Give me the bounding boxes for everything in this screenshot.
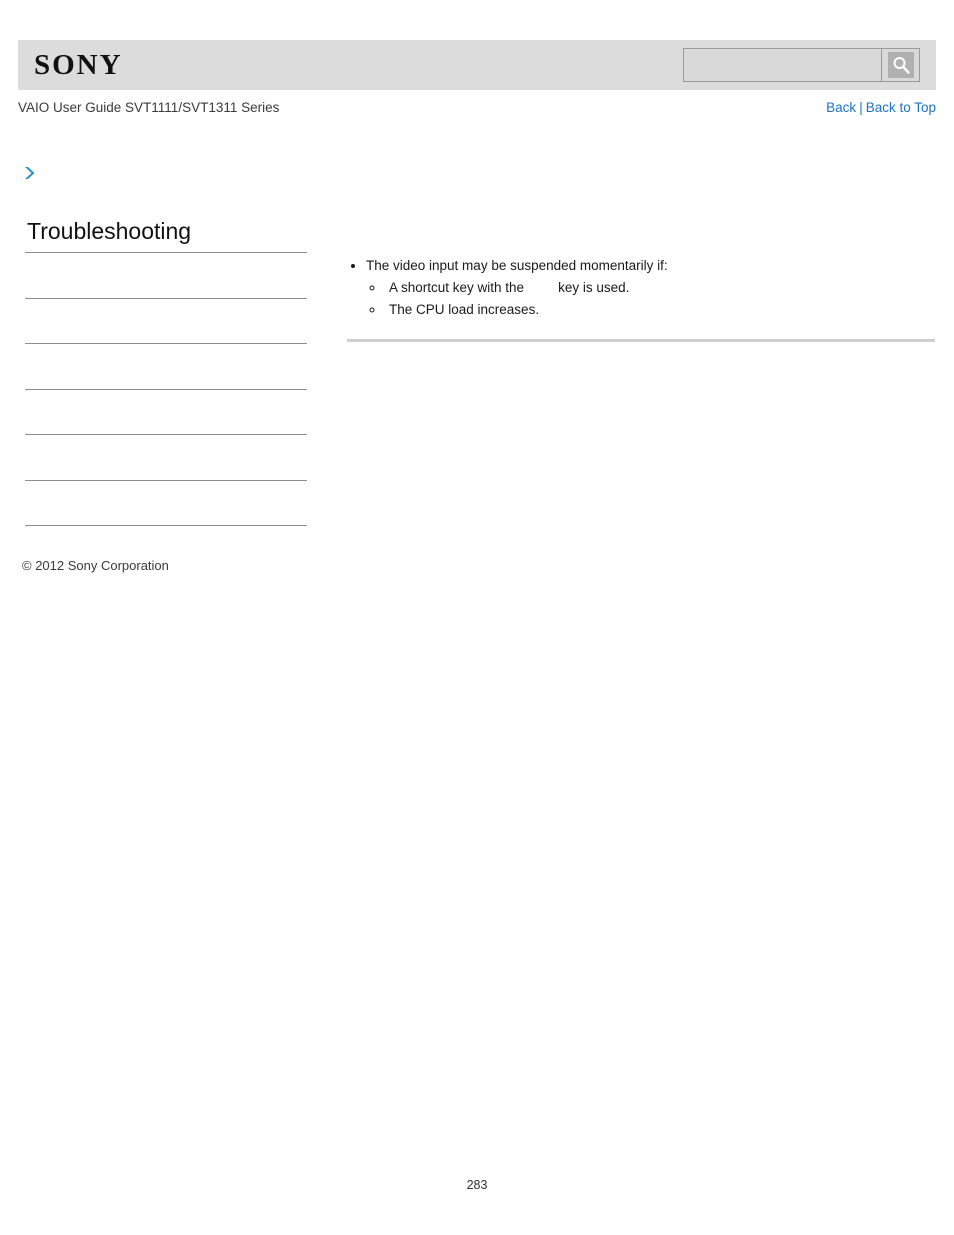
sidebar: Troubleshooting xyxy=(25,218,307,571)
sub-bullet-text-before: The CPU load increases. xyxy=(389,302,540,317)
sony-logo: SONY xyxy=(34,48,123,81)
missing-key-image-placeholder xyxy=(524,282,558,294)
breadcrumb[interactable] xyxy=(22,162,44,184)
copyright-notice: © 2012 Sony Corporation xyxy=(22,558,169,573)
sub-bullet-text-after: key is used. xyxy=(558,280,630,295)
content-sub-bullet-item: A shortcut key with the key is used. xyxy=(385,277,935,299)
sidebar-item-2[interactable] xyxy=(25,297,307,344)
site-header: SONY xyxy=(18,40,936,90)
sidebar-item-5[interactable] xyxy=(25,434,307,480)
page-number: 283 xyxy=(466,1178,488,1192)
document-page: SONY VAIO User Guide SVT1111/SVT1311 Ser… xyxy=(0,0,954,1235)
content-sub-bullet-item: The CPU load increases. xyxy=(385,299,935,321)
sidebar-item-3[interactable] xyxy=(25,343,307,389)
nav-separator: | xyxy=(859,100,863,115)
back-link[interactable]: Back xyxy=(826,100,856,115)
search-input[interactable] xyxy=(684,49,881,81)
blue-chevron-right-icon xyxy=(22,165,38,181)
search-button[interactable] xyxy=(881,49,919,81)
search-box xyxy=(683,48,920,82)
sidebar-heading: Troubleshooting xyxy=(27,218,192,244)
content-bullet-list: The video input may be suspended momenta… xyxy=(347,255,935,321)
sub-bullet-text-before: A shortcut key with the xyxy=(389,280,525,295)
sidebar-item-6[interactable] xyxy=(25,479,307,526)
search-magnifier-icon xyxy=(887,52,914,78)
content-bullet-text: The video input may be suspended momenta… xyxy=(366,258,668,273)
back-to-top-link[interactable]: Back to Top xyxy=(866,100,936,115)
header-nav-links: Back | Back to Top xyxy=(826,100,936,115)
subheader: VAIO User Guide SVT1111/SVT1311 Series B… xyxy=(18,100,936,122)
sidebar-item-4[interactable] xyxy=(25,388,307,435)
content-divider xyxy=(347,339,935,342)
content-sub-bullet-list: A shortcut key with the key is used. The … xyxy=(366,277,935,321)
content-bullet-item: The video input may be suspended momenta… xyxy=(366,255,935,321)
main-content: The video input may be suspended momenta… xyxy=(347,255,935,350)
sidebar-item-1[interactable] xyxy=(25,252,307,298)
document-title: VAIO User Guide SVT1111/SVT1311 Series xyxy=(18,100,280,115)
